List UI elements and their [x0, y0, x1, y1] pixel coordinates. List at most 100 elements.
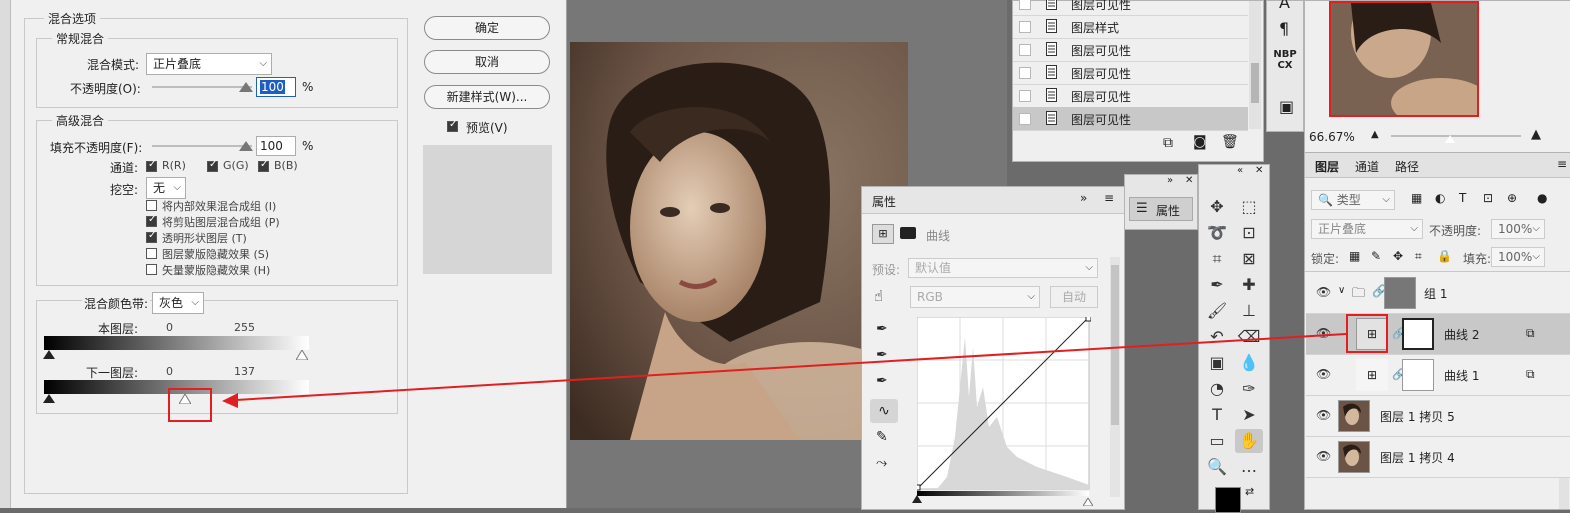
- history-snapshot-box[interactable]: [1019, 21, 1031, 33]
- new-document-icon[interactable]: ⧉: [1163, 135, 1173, 151]
- history-snapshot-box[interactable]: [1019, 67, 1031, 79]
- blur-tool-icon[interactable]: 💧: [1237, 351, 1261, 375]
- healing-brush-tool-icon[interactable]: ✚: [1237, 273, 1261, 297]
- layer-row-copy-4[interactable]: 👁 图层 1 拷贝 4: [1306, 437, 1570, 478]
- curves-white-point-slider[interactable]: [1082, 495, 1094, 507]
- eyedropper-black-icon[interactable]: ✒: [876, 321, 888, 337]
- history-brush-tool-icon[interactable]: ↶: [1205, 325, 1229, 349]
- layer-row-copy-5[interactable]: 👁 图层 1 拷贝 5: [1306, 396, 1570, 437]
- panel-menu-icon[interactable]: ≡: [1104, 191, 1114, 205]
- rectangle-tool-icon[interactable]: ▭: [1205, 429, 1229, 453]
- option-checkbox-3[interactable]: [146, 248, 157, 259]
- lock-transparent-icon[interactable]: ▦: [1349, 249, 1360, 263]
- eye-icon[interactable]: 👁: [1316, 285, 1331, 299]
- layer-fill-input[interactable]: 100% ⌵: [1491, 247, 1545, 267]
- path-select-tool-icon[interactable]: ➤: [1237, 403, 1261, 427]
- lock-artboard-icon[interactable]: ⌗: [1415, 249, 1422, 264]
- close-icon[interactable]: ✕: [1255, 165, 1263, 176]
- curves-icon[interactable]: ⊞: [872, 224, 894, 244]
- cancel-button[interactable]: 取消: [424, 50, 550, 74]
- eyedropper-white-icon[interactable]: ✒: [876, 373, 888, 389]
- paragraph-icon[interactable]: ¶: [1279, 19, 1289, 38]
- document-canvas-photo[interactable]: [570, 42, 908, 440]
- filter-shape-icon[interactable]: ⊡: [1483, 191, 1493, 205]
- filter-smart-icon[interactable]: ⊕: [1507, 191, 1517, 205]
- move-tool-icon[interactable]: ✥: [1205, 195, 1229, 219]
- layer-thumbnail[interactable]: [1338, 441, 1370, 473]
- glyphs-icon[interactable]: NBP CX: [1271, 49, 1299, 71]
- filter-toggle-icon[interactable]: ●: [1537, 191, 1547, 205]
- blend-if-select[interactable]: 灰色 ⌵: [152, 292, 204, 314]
- notes-icon[interactable]: ▣: [1279, 97, 1294, 116]
- lasso-tool-icon[interactable]: ➰: [1205, 221, 1229, 245]
- history-snapshot-box[interactable]: [1019, 0, 1031, 10]
- ok-button[interactable]: 确定: [424, 16, 550, 40]
- collapse-icon[interactable]: »: [1080, 191, 1087, 205]
- channel-r-checkbox[interactable]: [146, 159, 157, 172]
- eye-icon[interactable]: 👁: [1316, 449, 1331, 463]
- smooth-curve-icon[interactable]: ⤳: [876, 455, 887, 471]
- history-item[interactable]: 图层可见性: [1013, 38, 1248, 62]
- camera-icon[interactable]: ◙: [1193, 134, 1207, 150]
- eye-icon[interactable]: 👁: [1316, 408, 1331, 422]
- eraser-tool-icon[interactable]: ⌫: [1237, 325, 1261, 349]
- curves-black-point-slider[interactable]: [912, 495, 922, 503]
- collapse-icon[interactable]: «: [1237, 165, 1243, 176]
- filter-adjustment-icon[interactable]: ◐: [1435, 191, 1445, 205]
- auto-button[interactable]: 自动: [1050, 286, 1098, 308]
- preset-select[interactable]: 默认值 ⌵: [908, 258, 1098, 278]
- eye-icon[interactable]: 👁: [1316, 367, 1331, 381]
- pencil-icon[interactable]: ✎: [876, 429, 888, 445]
- option-checkbox-0[interactable]: [146, 200, 157, 211]
- layer-mask-thumbnail[interactable]: [1402, 359, 1434, 391]
- zoom-level[interactable]: 66.67%: [1309, 130, 1355, 144]
- swap-colors-icon[interactable]: ⇄: [1245, 485, 1254, 498]
- history-item-selected[interactable]: 图层可见性: [1013, 107, 1248, 131]
- crop-tool-icon[interactable]: ⌗: [1205, 247, 1229, 271]
- mask-icon[interactable]: [900, 227, 916, 239]
- properties-scrollbar[interactable]: [1110, 257, 1120, 497]
- layer-thumbnail[interactable]: [1338, 400, 1370, 432]
- channel-g-checkbox[interactable]: [207, 159, 218, 172]
- properties-scroll-thumb[interactable]: [1111, 265, 1119, 425]
- properties-tab[interactable]: 属性: [872, 193, 896, 210]
- history-snapshot-box[interactable]: [1019, 44, 1031, 56]
- expand-icon[interactable]: »: [1167, 175, 1173, 186]
- pen-tool-icon[interactable]: ✑: [1237, 377, 1261, 401]
- zoom-tool-icon[interactable]: 🔍: [1205, 455, 1229, 479]
- quick-select-tool-icon[interactable]: ⊡: [1237, 221, 1261, 245]
- history-snapshot-box[interactable]: [1019, 113, 1031, 125]
- this-layer-black-slider[interactable]: [43, 350, 55, 359]
- type-tool-icon[interactable]: T: [1205, 403, 1229, 427]
- this-layer-white-slider[interactable]: [295, 349, 309, 361]
- history-item[interactable]: 图层可见性: [1013, 61, 1248, 85]
- frame-tool-icon[interactable]: ⊠: [1237, 247, 1261, 271]
- panel-menu-icon[interactable]: ≡: [1557, 157, 1567, 171]
- target-adjust-icon[interactable]: ☝: [874, 287, 883, 305]
- curves-adjustment-icon[interactable]: ⊞: [1356, 359, 1388, 391]
- filter-type-icon[interactable]: T: [1459, 191, 1466, 205]
- hand-tool-icon[interactable]: ✋: [1235, 429, 1263, 453]
- zoom-in-icon[interactable]: ▲: [1531, 127, 1541, 142]
- foreground-color-swatch[interactable]: [1215, 487, 1241, 513]
- navigator-thumbnail[interactable]: [1329, 1, 1479, 117]
- history-item[interactable]: 图层可见性: [1013, 84, 1248, 108]
- tab-channels[interactable]: 通道: [1355, 158, 1379, 175]
- opacity-slider-track[interactable]: [152, 86, 252, 88]
- fill-slider-thumb[interactable]: [239, 141, 253, 151]
- lock-pixels-icon[interactable]: ✎: [1371, 249, 1381, 263]
- eyedropper-gray-icon[interactable]: ✒: [876, 347, 888, 363]
- opacity-slider-thumb[interactable]: [239, 82, 253, 92]
- curve-point-tool-icon[interactable]: ∿: [870, 399, 898, 423]
- option-checkbox-4[interactable]: [146, 264, 157, 275]
- close-icon[interactable]: ✕: [1185, 175, 1193, 186]
- curves-graph[interactable]: [917, 317, 1091, 491]
- zoom-out-icon[interactable]: ▲: [1371, 129, 1379, 140]
- history-item[interactable]: 图层样式: [1013, 15, 1248, 39]
- stamp-tool-icon[interactable]: ⊥: [1237, 299, 1261, 323]
- preview-checkbox[interactable]: [447, 119, 458, 132]
- lock-position-icon[interactable]: ✥: [1393, 249, 1403, 263]
- new-style-button[interactable]: 新建样式(W)...: [424, 85, 550, 109]
- character-icon[interactable]: A: [1279, 0, 1290, 12]
- opacity-input[interactable]: 100: [256, 77, 296, 97]
